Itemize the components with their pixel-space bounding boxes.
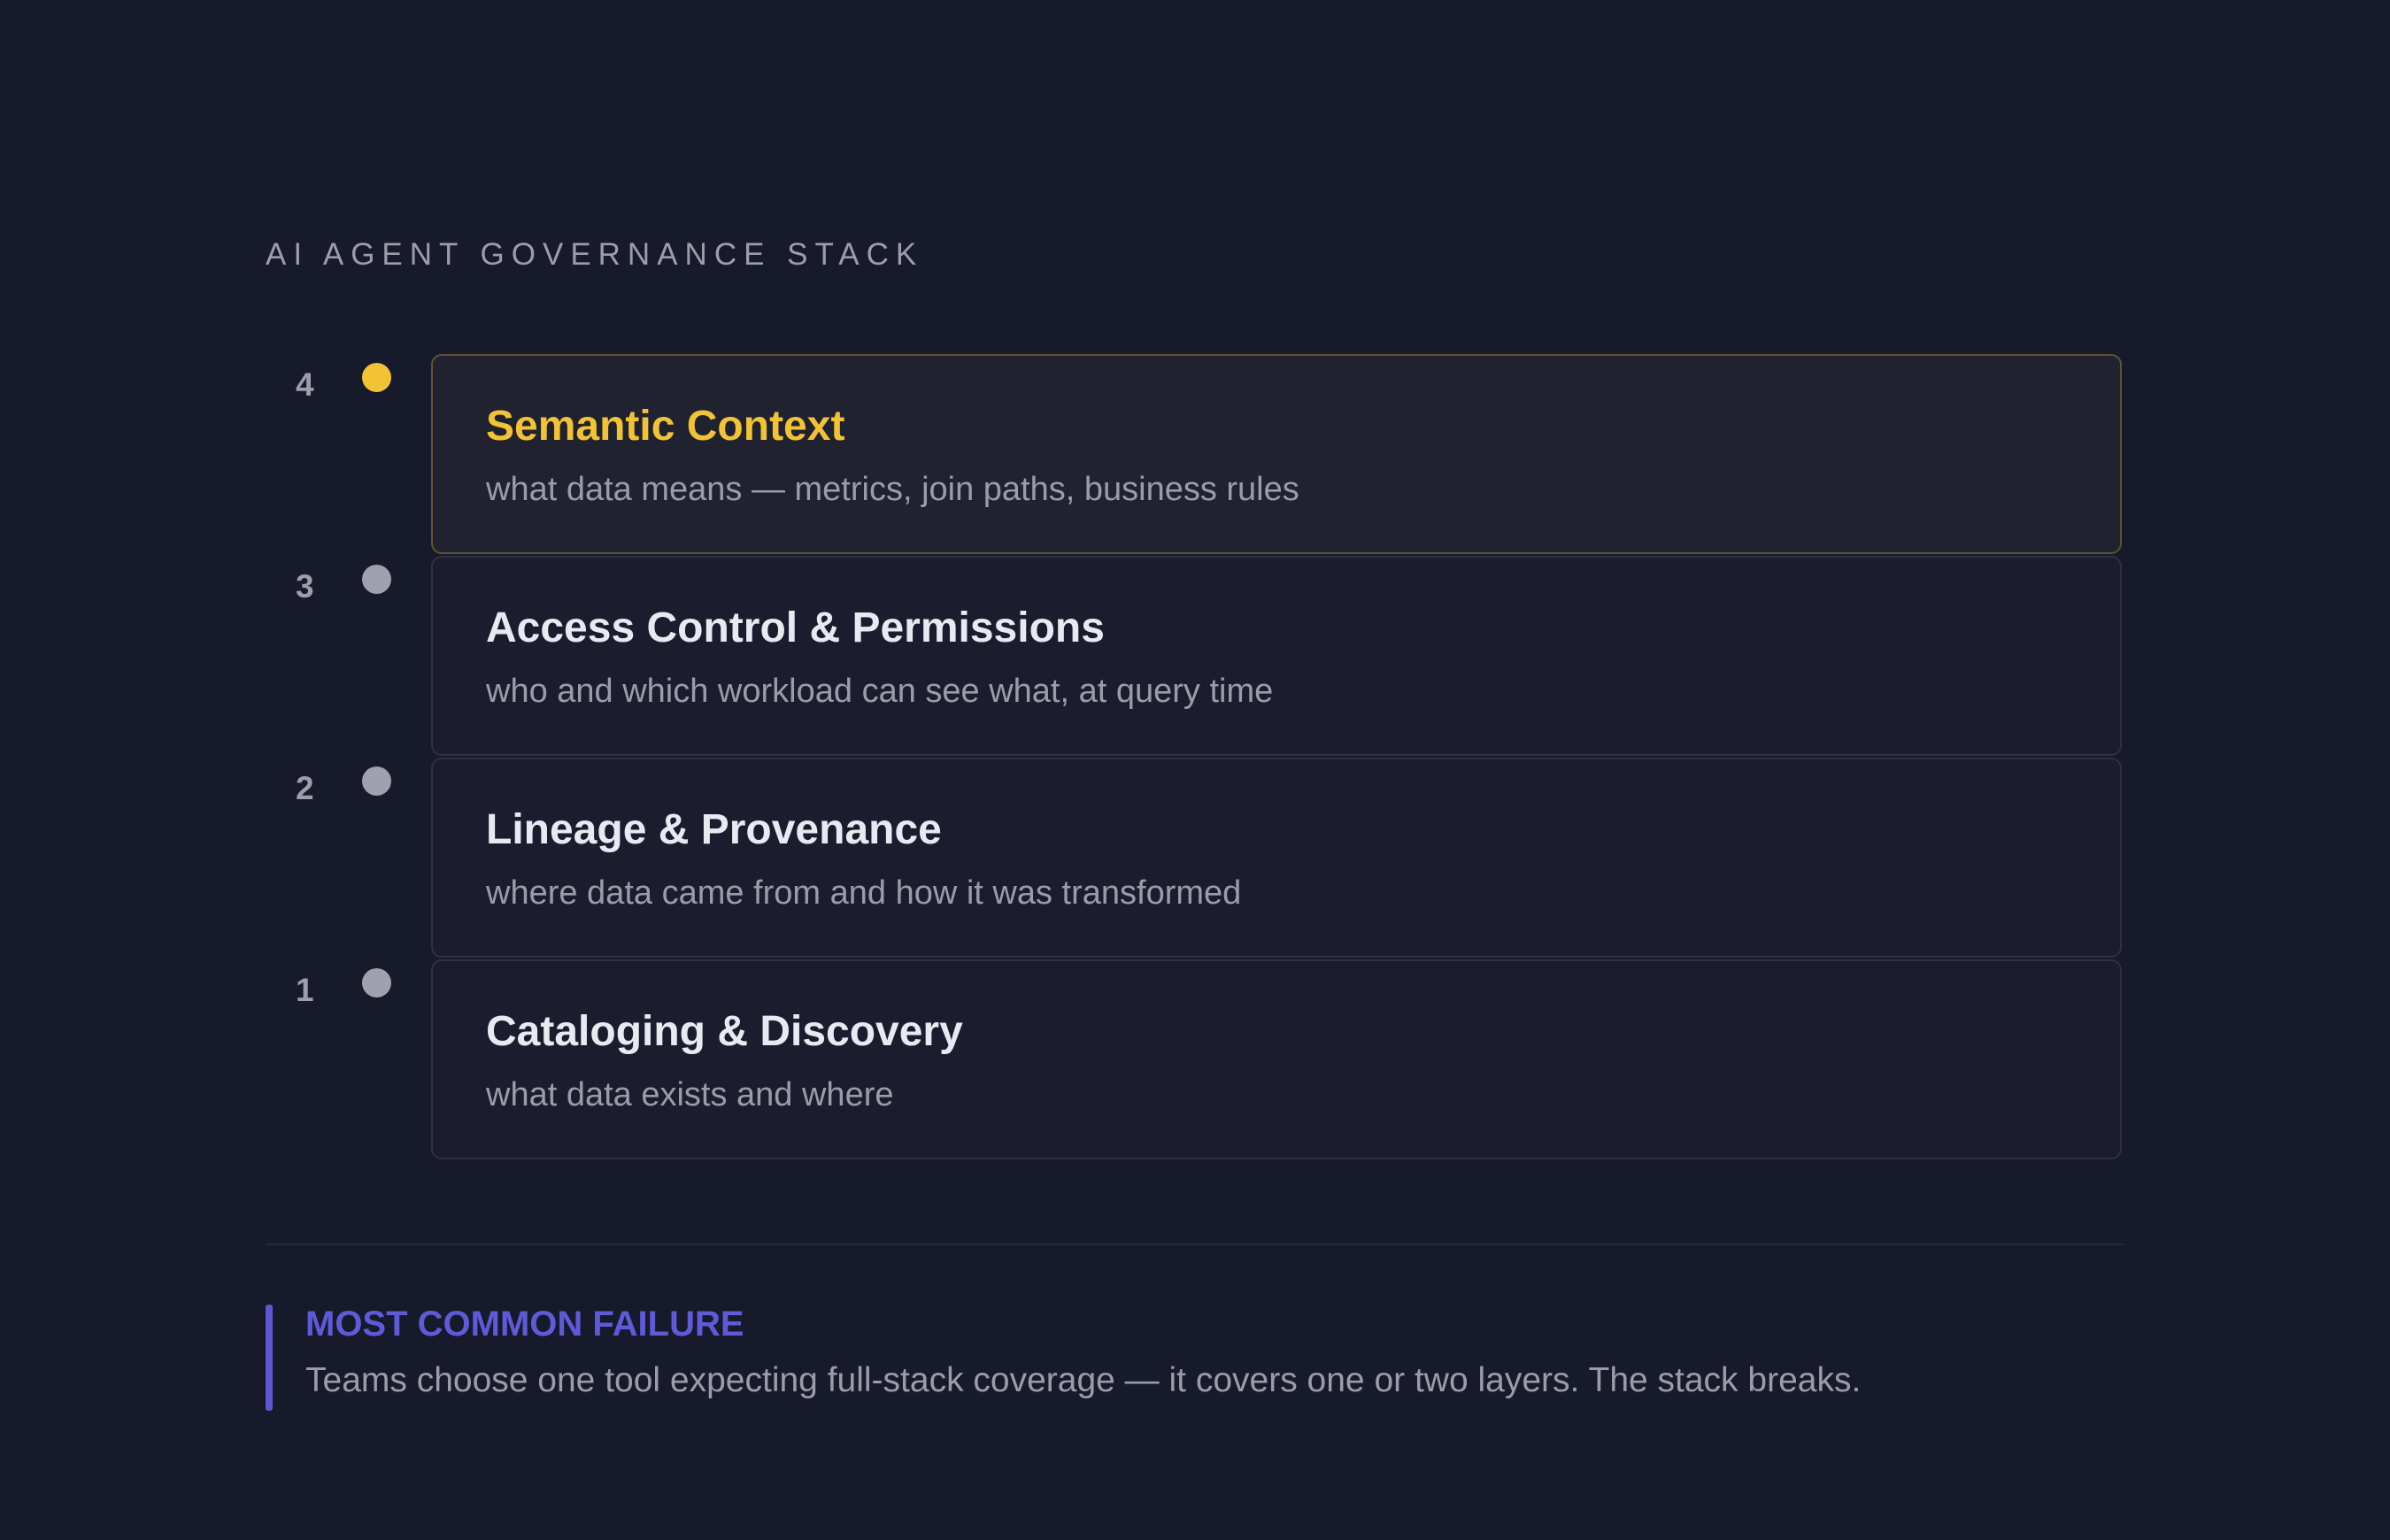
layer-description: where data came from and how it was tran… (486, 874, 1242, 912)
callout-accent-bar (266, 1305, 273, 1411)
layer-description: what data exists and where (486, 1076, 894, 1113)
layer-card-semantic-context: Semantic Context what data means — metri… (431, 354, 2122, 554)
diagram-title: AI AGENT GOVERNANCE STACK (266, 237, 924, 272)
section-divider (266, 1244, 2124, 1245)
callout-title: MOST COMMON FAILURE (305, 1305, 744, 1344)
layer-dot-icon (362, 968, 391, 997)
layer-row-4: 4 Semantic Context what data means — met… (266, 354, 2124, 565)
layer-card-access-control: Access Control & Permissions who and whi… (431, 556, 2122, 756)
layer-name: Cataloging & Discovery (486, 1008, 963, 1055)
layer-number: 1 (296, 972, 314, 1008)
layer-number: 3 (296, 568, 314, 604)
active-layer-dot-icon (362, 363, 391, 392)
layer-name: Semantic Context (486, 403, 845, 450)
layer-name: Access Control & Permissions (486, 604, 1105, 651)
layer-dot-icon (362, 565, 391, 594)
layer-name: Lineage & Provenance (486, 806, 942, 853)
layer-number: 4 (296, 366, 314, 403)
governance-stack-diagram: AI AGENT GOVERNANCE STACK 4 Semantic Con… (0, 0, 2390, 1540)
failure-callout: MOST COMMON FAILURE Teams choose one too… (266, 1305, 2124, 1411)
layer-description: who and which workload can see what, at … (486, 673, 1274, 710)
layer-row-2: 2 Lineage & Provenance where data came f… (266, 758, 2124, 968)
layer-dot-icon (362, 766, 391, 796)
callout-text: Teams choose one tool expecting full-sta… (305, 1361, 1862, 1399)
layer-row-1: 1 Cataloging & Discovery what data exist… (266, 959, 2124, 1170)
layer-card-lineage: Lineage & Provenance where data came fro… (431, 758, 2122, 958)
layer-description: what data means — metrics, join paths, b… (486, 471, 1299, 508)
layer-row-3: 3 Access Control & Permissions who and w… (266, 556, 2124, 766)
layer-number: 2 (296, 770, 314, 806)
layer-card-cataloging: Cataloging & Discovery what data exists … (431, 959, 2122, 1159)
